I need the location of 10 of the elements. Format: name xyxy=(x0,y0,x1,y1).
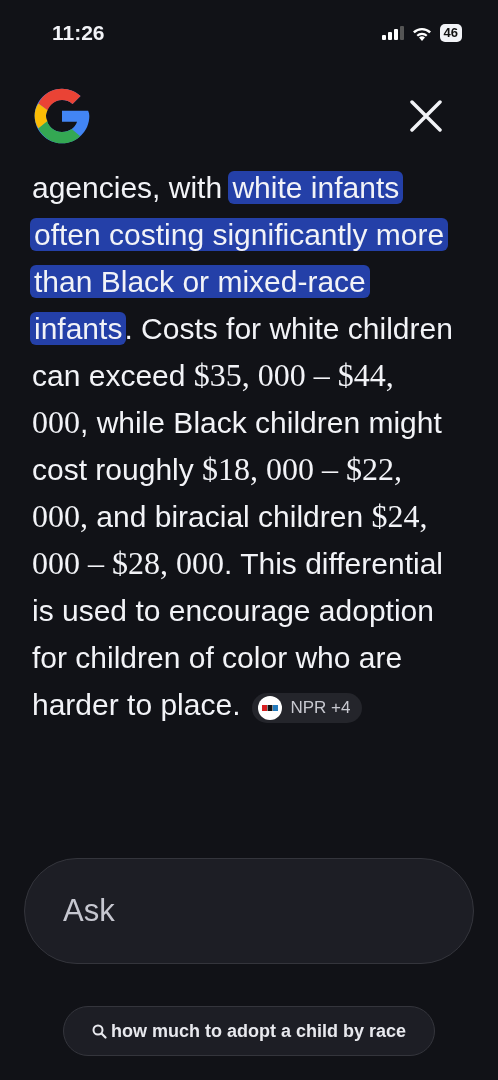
signal-icon xyxy=(381,26,404,40)
source-chip[interactable]: NPR +4 xyxy=(252,692,363,723)
battery-indicator: 46 xyxy=(439,24,462,42)
status-time: 11:26 xyxy=(52,21,105,45)
close-icon[interactable] xyxy=(410,100,442,132)
search-icon xyxy=(91,1023,107,1039)
ask-field[interactable]: Ask xyxy=(24,858,474,964)
suggestion-chip[interactable]: how much to adopt a child by race xyxy=(62,1006,435,1056)
wifi-icon xyxy=(411,25,432,41)
source-logo-icon xyxy=(258,695,283,720)
